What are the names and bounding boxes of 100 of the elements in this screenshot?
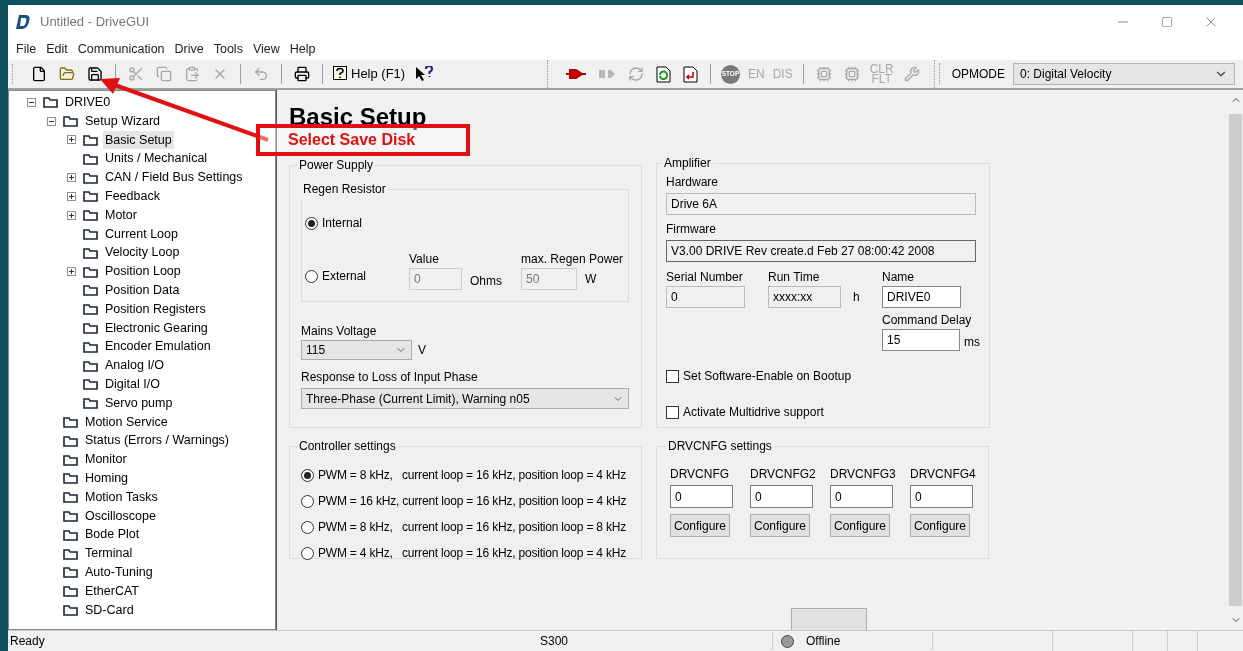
- radio-button[interactable]: [301, 546, 314, 560]
- option-label: PWM = 8 kHz, current loop = 16 kHz, position loop = 4 kHz: [318, 467, 626, 484]
- input-field[interactable]: DRIVE0: [882, 286, 961, 308]
- readonly-field[interactable]: 0: [666, 286, 745, 308]
- tree-item[interactable]: Units / Mechanical: [103, 149, 210, 169]
- field-label: h: [853, 289, 860, 306]
- tree-item[interactable]: DRIVE0: [63, 93, 113, 112]
- folder-icon: [83, 226, 99, 241]
- tree-item[interactable]: Terminal: [83, 544, 135, 563]
- tree-item[interactable]: Digital I/O: [103, 374, 162, 394]
- print-icon[interactable]: [294, 66, 310, 82]
- input-field[interactable]: 0: [830, 485, 893, 508]
- input-field[interactable]: 50: [521, 268, 577, 290]
- expand-icon[interactable]: [67, 135, 76, 145]
- folder-icon: [83, 189, 99, 204]
- tree-item[interactable]: EtherCAT: [83, 581, 141, 601]
- tree-item[interactable]: Setup Wizard: [83, 111, 163, 131]
- folder-icon: [83, 170, 99, 185]
- field-label: Serial Number: [666, 269, 744, 286]
- field-label: DRVCNFG: [670, 466, 731, 483]
- menu-item[interactable]: File: [16, 39, 37, 59]
- new-file-icon[interactable]: [31, 66, 47, 82]
- menu-item[interactable]: Drive: [174, 39, 204, 59]
- voltage-dropdown[interactable]: 115: [301, 340, 412, 360]
- expand-icon[interactable]: [67, 267, 76, 277]
- radio-button[interactable]: [305, 216, 318, 230]
- tree-item[interactable]: Oscilloscope: [83, 506, 158, 526]
- input-field[interactable]: 0: [910, 485, 973, 508]
- collapse-icon[interactable]: [27, 97, 36, 107]
- field-label: DRVCNFG2: [750, 466, 813, 483]
- collapse-icon[interactable]: [47, 116, 56, 126]
- radio-button[interactable]: [301, 520, 314, 534]
- input-field[interactable]: 0: [409, 268, 462, 290]
- tree-item[interactable]: Motion Tasks: [83, 487, 160, 507]
- field-label: Run Time: [768, 269, 821, 286]
- tree-item[interactable]: Auto-Tuning: [83, 562, 155, 582]
- expand-icon[interactable]: [67, 210, 76, 220]
- help-button[interactable]: Help (F1): [329, 64, 410, 84]
- folder-icon: [83, 208, 99, 223]
- tree-item[interactable]: Position Registers: [103, 299, 208, 319]
- menu-item[interactable]: Communication: [77, 39, 165, 59]
- radio-button[interactable]: [301, 468, 314, 482]
- tree-item[interactable]: Position Data: [103, 281, 182, 300]
- tree-item[interactable]: Encoder Emulation: [103, 337, 213, 357]
- menu-item[interactable]: View: [252, 39, 280, 59]
- configure-button[interactable]: Configure: [670, 514, 730, 537]
- tree-item[interactable]: Motor: [103, 205, 139, 225]
- field-label: W: [585, 271, 597, 288]
- readonly-field[interactable]: V3.00 DRIVE Rev create.d Feb 27 08:00:42 2008: [666, 240, 976, 262]
- tree-item[interactable]: Velocity Loop: [103, 243, 182, 263]
- readonly-field[interactable]: xxxx:xx: [768, 286, 841, 308]
- plug-icon[interactable]: [565, 68, 586, 80]
- tree-item[interactable]: Electronic Gearing: [103, 318, 210, 338]
- radio-button[interactable]: [305, 269, 318, 283]
- tree-item[interactable]: Current Loop: [103, 224, 180, 244]
- menu-item[interactable]: Tools: [213, 39, 243, 59]
- opmode-dropdown[interactable]: 0: Digital Velocity: [1013, 63, 1235, 85]
- tree-item[interactable]: Analog I/O: [103, 356, 167, 375]
- checkbox[interactable]: [666, 369, 679, 383]
- checkbox[interactable]: [666, 405, 679, 419]
- help-pointer-icon[interactable]: [415, 66, 434, 82]
- input-field[interactable]: 15: [882, 329, 960, 351]
- tree-item[interactable]: Basic Setup: [103, 130, 174, 150]
- tree-item[interactable]: SD-Card: [83, 600, 136, 620]
- expand-icon[interactable]: [67, 191, 76, 201]
- radio-button[interactable]: [301, 494, 314, 508]
- field-label: Command Delay: [882, 312, 973, 329]
- refresh-document-icon[interactable]: [655, 65, 671, 83]
- tree-item[interactable]: Homing: [83, 468, 131, 488]
- phase-loss-dropdown[interactable]: Three-Phase (Current Limit), Warning n05: [301, 388, 629, 409]
- tree-item[interactable]: Servo pump: [103, 393, 175, 413]
- tree-item[interactable]: Position Loop: [103, 262, 183, 281]
- tree-item[interactable]: Monitor: [83, 450, 129, 469]
- folder-icon: [63, 452, 79, 467]
- folder-icon: [83, 358, 99, 373]
- configure-button[interactable]: Configure: [910, 514, 970, 537]
- expand-icon[interactable]: [67, 173, 76, 183]
- group-title: Power Supply: [298, 157, 375, 174]
- tree-item[interactable]: Feedback: [103, 187, 162, 206]
- return-document-icon[interactable]: [682, 65, 698, 83]
- open-folder-icon[interactable]: [59, 66, 75, 82]
- readonly-field[interactable]: Drive 6A: [666, 193, 976, 215]
- group-title: Regen Resistor: [302, 181, 387, 198]
- tree-item[interactable]: CAN / Field Bus Settings: [103, 168, 245, 187]
- field-label: Name: [882, 269, 915, 286]
- menu-item[interactable]: Edit: [46, 39, 68, 59]
- window-title: Untitled - DriveGUI: [40, 12, 150, 31]
- tree-item[interactable]: Status (Errors / Warnings): [83, 431, 231, 451]
- folder-icon: [83, 320, 99, 335]
- tree-item[interactable]: Bode Plot: [83, 525, 142, 545]
- status-message: Ready: [9, 633, 46, 650]
- tree-item[interactable]: Motion Service: [83, 412, 170, 432]
- menu-item[interactable]: Help: [289, 39, 316, 59]
- configure-button[interactable]: Configure: [830, 514, 890, 537]
- field-label: Firmware: [666, 221, 717, 238]
- configure-button[interactable]: Configure: [750, 514, 810, 537]
- option-label: PWM = 4 kHz, current loop = 16 kHz, position loop = 4 kHz: [318, 545, 626, 562]
- input-field[interactable]: 0: [670, 485, 733, 508]
- input-field[interactable]: 0: [750, 485, 813, 508]
- save-icon[interactable]: [87, 66, 103, 82]
